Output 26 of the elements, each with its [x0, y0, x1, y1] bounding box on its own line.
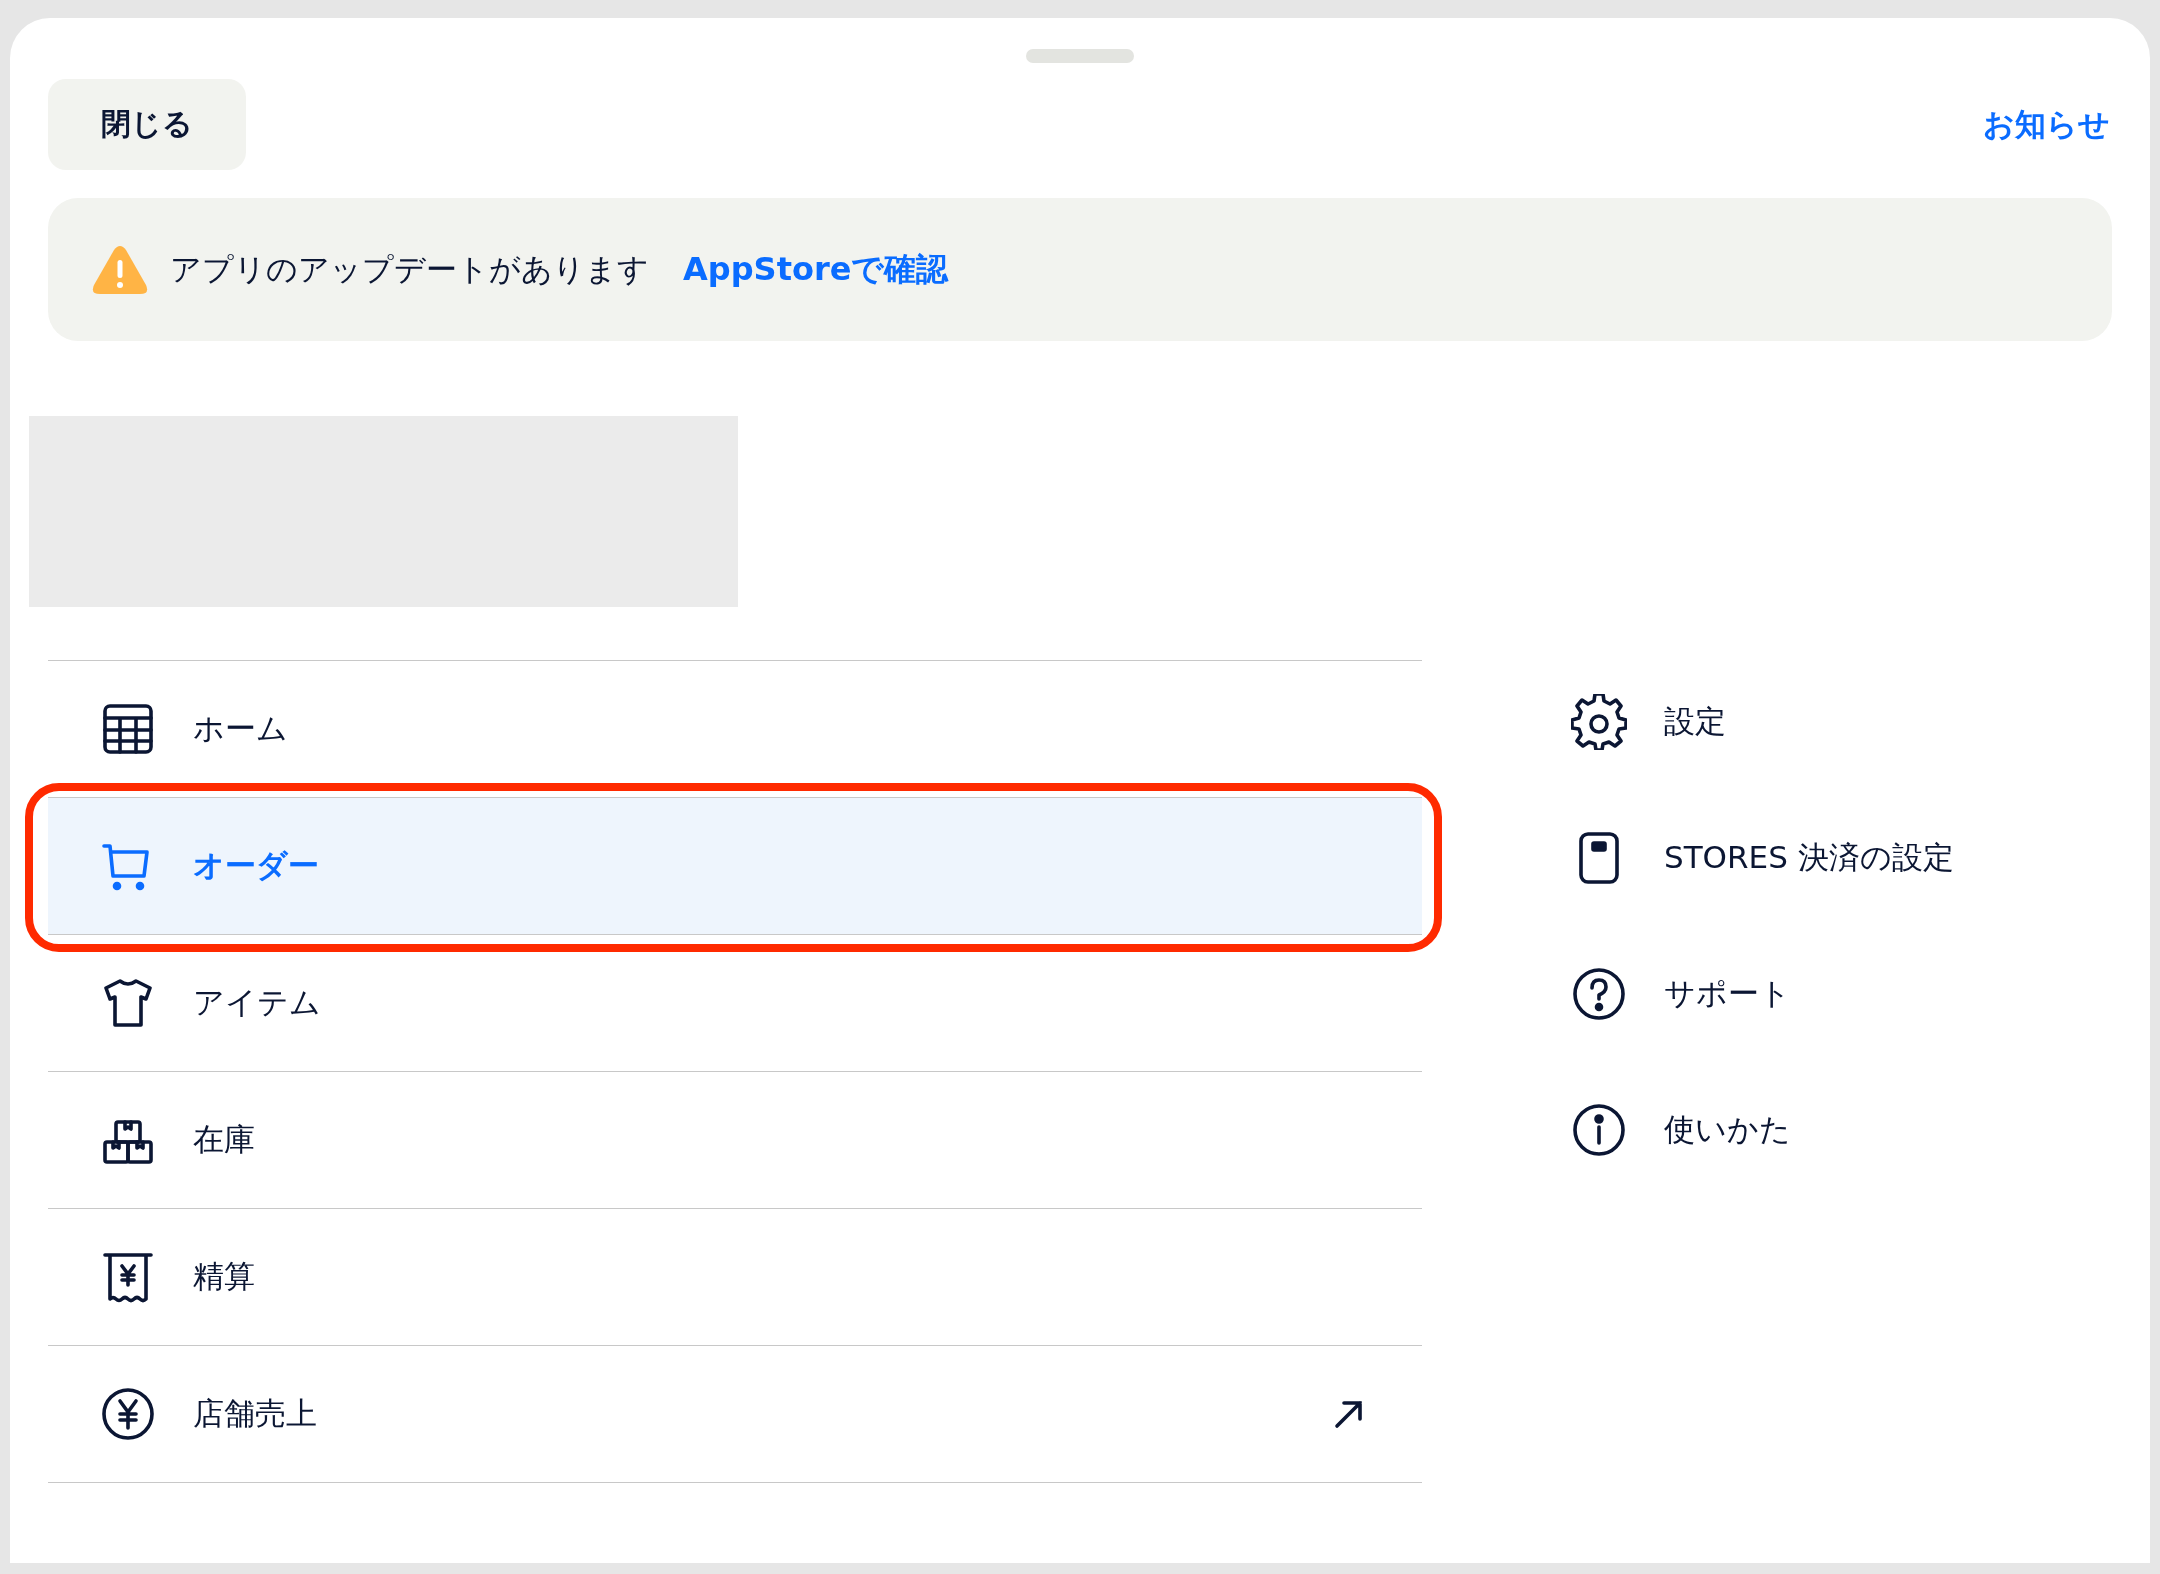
menu-link[interactable]: 使いかた [1664, 1109, 1791, 1151]
menu-label: 精算 [193, 1257, 255, 1296]
warning-icon [92, 244, 148, 295]
menu-label: 在庫 [193, 1120, 255, 1159]
menu-label: アイテム [193, 983, 321, 1022]
info-icon [1571, 1102, 1627, 1158]
menu-label: オーダー [193, 846, 319, 885]
menu-item-selected[interactable]: オーダー [48, 798, 1422, 935]
menu-item[interactable]: アイテム [48, 935, 1422, 1072]
grid-icon [100, 701, 156, 757]
menu-link[interactable]: STORES 決済の設定 [1664, 837, 1954, 879]
menu-item[interactable]: 精算 [48, 1209, 1422, 1346]
settings-icon [1571, 694, 1627, 750]
menu-label: ホーム [193, 709, 288, 748]
drag-handle[interactable] [1026, 49, 1134, 63]
menu-link[interactable]: サポート [1664, 973, 1791, 1015]
update-message: アプリのアップデートがあります [170, 249, 649, 289]
menu-item[interactable]: 店舗売上 [48, 1346, 1422, 1483]
menu-item[interactable]: 在庫 [48, 1072, 1422, 1209]
menu-link[interactable]: 設定 [1664, 701, 1726, 743]
help-icon [1571, 966, 1627, 1022]
yen-icon [100, 1386, 156, 1442]
close-button[interactable]: 閉じる [48, 79, 246, 170]
appstore-link[interactable]: AppStoreで確認 [683, 247, 949, 292]
menu-label: 店舗売上 [193, 1394, 317, 1433]
notices-link[interactable]: お知らせ [1983, 103, 2110, 146]
